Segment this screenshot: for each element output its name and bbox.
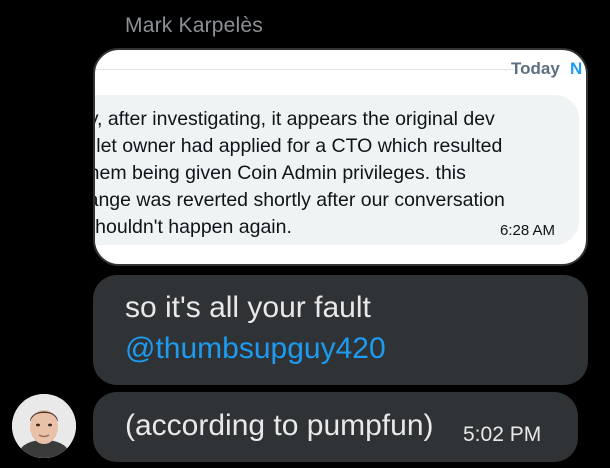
- avatar[interactable]: [12, 394, 76, 458]
- screenshot-message-time: 6:28 AM: [500, 222, 556, 239]
- message-timestamp: 5:02 PM: [463, 423, 542, 446]
- screenshot-line: & shouldn't happen again.: [93, 216, 292, 238]
- screenshot-attachment[interactable]: Today N hey, after investigating, it app…: [93, 48, 588, 266]
- date-label: Today: [511, 59, 560, 78]
- message-text: so it's all your fault: [125, 291, 371, 324]
- user-mention-link[interactable]: @thumbsupguy420: [125, 332, 386, 366]
- sender-name: Mark Karpelès: [125, 14, 263, 37]
- screenshot-line: wallet owner had applied for a CTO which…: [93, 135, 503, 157]
- message-text: (according to pumpfun): [125, 409, 434, 442]
- screenshot-line: n them being given Coin Admin privileges…: [93, 162, 466, 184]
- screenshot-line: change was reverted shortly after our co…: [93, 189, 505, 211]
- avatar-face-icon: [12, 394, 76, 458]
- screenshot-message-text: hey, after investigating, it appears the…: [93, 106, 557, 241]
- new-messages-label: N: [570, 59, 583, 78]
- date-divider: [95, 69, 514, 70]
- screenshot-line: hey, after investigating, it appears the…: [93, 108, 495, 130]
